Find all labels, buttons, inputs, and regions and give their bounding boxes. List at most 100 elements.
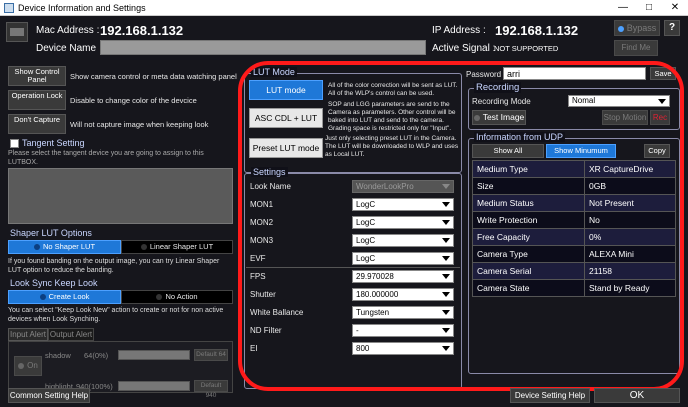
mon3-select[interactable]: LogC: [352, 234, 454, 247]
no-shaper-button[interactable]: No Shaper LUT: [8, 240, 121, 254]
bypass-button[interactable]: Bypass: [614, 20, 660, 36]
linear-shaper-button[interactable]: Linear Shaper LUT: [121, 240, 233, 254]
shaper-title: Shaper LUT Options: [10, 228, 92, 238]
udp-key: Medium Status: [472, 194, 585, 212]
nd-filter-select[interactable]: -: [352, 324, 454, 337]
preset-lut-desc: Just only selecting preset LUT in the Ca…: [325, 135, 459, 158]
shutter-value: 180.000000: [356, 290, 399, 299]
window-body: Mac Address : 192.168.1.132 IP Address :…: [0, 16, 688, 407]
tangent-checkbox[interactable]: [10, 139, 19, 148]
show-all-button[interactable]: Show All: [472, 144, 544, 158]
alert-on-toggle[interactable]: On: [14, 356, 42, 376]
radio-icon: [18, 362, 25, 369]
nd-filter-value: -: [356, 326, 359, 335]
bypass-radio-icon: [617, 25, 624, 32]
table-row: Medium Status Not Present: [472, 194, 676, 212]
no-action-button[interactable]: No Action: [121, 290, 233, 304]
device-icon: [6, 22, 28, 42]
find-me-button[interactable]: Find Me: [614, 40, 658, 56]
chevron-down-icon: [442, 328, 450, 333]
shadow-label: shadow: [45, 351, 71, 360]
chevron-down-icon: [442, 310, 450, 315]
recording-mode-value: Nomal: [572, 96, 596, 105]
table-row: Size 0GB: [472, 177, 676, 195]
window-title: Device Information and Settings: [18, 3, 146, 13]
table-row: Free Capacity 0%: [472, 228, 676, 246]
udp-value: 0GB: [584, 177, 676, 195]
fps-select[interactable]: 29.970028: [352, 270, 454, 283]
settings-divider: [246, 267, 460, 268]
default-940-button[interactable]: Default 940: [194, 380, 228, 399]
recording-title: Recording: [474, 82, 522, 93]
password-input[interactable]: arri: [503, 67, 646, 80]
create-look-label: Create Look: [48, 292, 90, 301]
device-name-input[interactable]: [100, 40, 426, 55]
help-button[interactable]: ?: [664, 20, 680, 36]
setting-label-evf: EVF: [250, 254, 266, 263]
lut-mode-title: LUT Mode: [251, 67, 297, 77]
lut-mode-button[interactable]: LUT mode: [249, 80, 323, 100]
look-sync-title: Look Sync Keep Look: [10, 278, 98, 288]
ei-select[interactable]: 800: [352, 342, 454, 355]
shadow-slider[interactable]: [118, 350, 190, 360]
udp-value: No: [584, 211, 676, 229]
highlight-slider[interactable]: [118, 381, 190, 391]
tangent-device-list[interactable]: [8, 168, 233, 224]
setting-label-mon1: MON1: [250, 200, 274, 209]
udp-key: Size: [472, 177, 585, 195]
udp-table: Medium Type XR CaptureDrive Size 0GB Mediu…: [472, 160, 676, 297]
save-button[interactable]: Save: [650, 67, 676, 80]
show-control-panel-desc: Show camera control or meta data watchin…: [70, 72, 237, 81]
rec-button[interactable]: Rec: [650, 110, 670, 125]
shaper-desc: If you found banding on the output image…: [8, 258, 220, 274]
mon2-value: LogC: [356, 218, 376, 227]
udp-key: Write Protection: [472, 211, 585, 229]
udp-key: Camera Type: [472, 245, 585, 263]
app-icon: [4, 3, 14, 13]
alert-on-label: On: [27, 361, 38, 370]
title-bar: Device Information and Settings — □ ✕: [0, 0, 688, 16]
udp-value: Not Present: [584, 194, 676, 212]
device-setting-help-button[interactable]: Device Setting Help: [510, 388, 590, 403]
dont-capture-button[interactable]: Don't Capture: [8, 114, 66, 134]
default-64-button[interactable]: Default 64: [194, 349, 228, 361]
show-minimum-button[interactable]: Show Minumum: [546, 144, 616, 158]
show-control-panel-button[interactable]: Show Control Panel: [8, 66, 66, 86]
ei-value: 800: [356, 344, 370, 353]
maximize-icon[interactable]: □: [636, 0, 662, 16]
test-image-button[interactable]: Test Image: [472, 110, 526, 125]
minimize-icon[interactable]: —: [610, 0, 636, 16]
password-label: Password: [466, 70, 502, 79]
operation-lock-button[interactable]: Operation Lock: [8, 90, 66, 110]
ok-button[interactable]: OK: [594, 388, 680, 403]
copy-button[interactable]: Copy: [644, 144, 670, 158]
evf-select[interactable]: LogC: [352, 252, 454, 265]
chevron-down-icon: [442, 292, 450, 297]
common-setting-help-button[interactable]: Common Setting Help: [8, 388, 90, 403]
tangent-title: Tangent Setting: [22, 138, 85, 148]
udp-key: Camera Serial: [472, 262, 585, 280]
mon1-select[interactable]: LogC: [352, 198, 454, 211]
mon3-value: LogC: [356, 236, 376, 245]
recording-mode-select[interactable]: Nomal: [568, 95, 670, 107]
asc-cdl-button[interactable]: ASC CDL + LUT: [249, 108, 323, 128]
radio-icon: [39, 294, 46, 301]
shutter-select[interactable]: 180.000000: [352, 288, 454, 301]
chevron-down-icon: [442, 238, 450, 243]
preset-lut-button[interactable]: Preset LUT mode: [249, 138, 323, 158]
white-balance-select[interactable]: Tungsten: [352, 306, 454, 319]
create-look-button[interactable]: Create Look: [8, 290, 121, 304]
stop-motion-button[interactable]: Stop Motion: [602, 110, 648, 125]
chevron-down-icon: [442, 274, 450, 279]
white-balance-value: Tungsten: [356, 308, 390, 317]
tab-input-alert[interactable]: Input Alert: [8, 328, 48, 341]
tab-output-alert[interactable]: Output Alert: [48, 328, 94, 341]
look-name-select[interactable]: WonderLookPro: [352, 180, 454, 193]
recording-mode-label: Recording Mode: [472, 97, 531, 106]
close-icon[interactable]: ✕: [662, 0, 688, 16]
radio-icon: [140, 244, 147, 251]
mon2-select[interactable]: LogC: [352, 216, 454, 229]
shadow-value: 64(0%): [84, 351, 109, 360]
ip-label: IP Address :: [432, 25, 486, 36]
table-row: Camera Serial 21158: [472, 262, 676, 280]
